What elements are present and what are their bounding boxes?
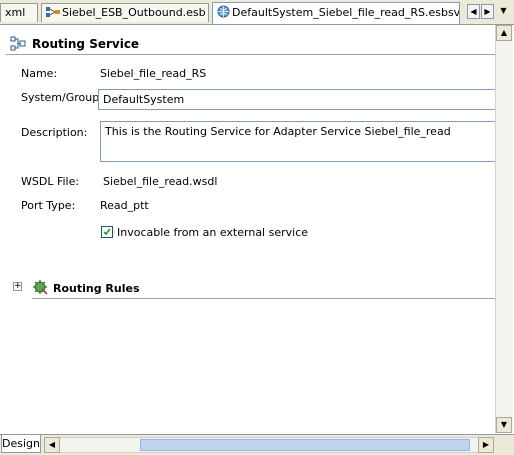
routing-rules-divider: [32, 298, 495, 299]
wsdl-file-label: WSDL File:: [21, 175, 80, 188]
scroll-up-button[interactable]: ▲: [496, 25, 512, 41]
port-type-value: Read_ptt: [100, 199, 149, 212]
routing-service-icon: [10, 36, 26, 55]
tab-label: xml: [5, 6, 26, 19]
invocable-label[interactable]: Invocable from an external service: [117, 226, 308, 239]
routing-service-title: Routing Service: [32, 37, 140, 51]
tab-label: Siebel_ESB_Outbound.esb: [62, 6, 206, 19]
system-group-label: System/Group:: [21, 91, 103, 104]
system-group-field[interactable]: DefaultSystem: [98, 89, 495, 110]
scroll-down-button[interactable]: ▼: [496, 417, 512, 433]
tab-label: DefaultSystem_Siebel_file_read_RS.esbsvc: [232, 6, 460, 19]
globe-service-icon: [217, 5, 230, 21]
routing-rules-title: Routing Rules: [53, 282, 140, 295]
horizontal-scrollbar[interactable]: ◀ ▶: [44, 437, 494, 453]
tab-siebel-esb-outbound[interactable]: Siebel_ESB_Outbound.esb: [41, 3, 209, 22]
checkmark-icon: [103, 228, 111, 236]
name-value: Siebel_file_read_RS: [100, 67, 207, 80]
scroll-right-button[interactable]: ▶: [478, 437, 494, 453]
horizontal-scroll-thumb[interactable]: [140, 439, 470, 451]
editor-tab-bar: xml Siebel_ESB_Outbound.esb DefaultSyste…: [0, 0, 514, 25]
wsdl-file-value: Siebel_file_read.wsdl: [103, 175, 218, 188]
name-label: Name:: [21, 67, 58, 80]
invocable-checkbox[interactable]: [101, 226, 113, 238]
vertical-scrollbar[interactable]: ▲ ▼: [495, 25, 513, 433]
tab-xml[interactable]: xml: [0, 3, 38, 22]
scroll-tabs-right-button[interactable]: ▶: [481, 4, 494, 19]
scroll-left-button[interactable]: ◀: [44, 437, 60, 453]
description-field[interactable]: This is the Routing Service for Adapter …: [100, 121, 495, 162]
bottom-bar: Design ◀ ▶: [0, 434, 514, 455]
routing-rules-icon: [32, 278, 49, 298]
section-divider: [6, 54, 495, 55]
design-canvas: Routing Service Name: Siebel_file_read_R…: [0, 25, 495, 433]
scroll-tabs-left-button[interactable]: ◀: [467, 4, 480, 19]
routing-rules-expand-toggle[interactable]: +: [13, 282, 22, 291]
port-type-label: Port Type:: [21, 199, 76, 212]
esb-diagram-icon: [46, 6, 60, 21]
tab-defaultsystem-esbsvc[interactable]: DefaultSystem_Siebel_file_read_RS.esbsvc: [212, 2, 460, 24]
tab-list-dropdown-button[interactable]: ▼: [497, 4, 510, 19]
tab-design[interactable]: Design: [1, 435, 41, 453]
description-label: Description:: [21, 126, 88, 139]
